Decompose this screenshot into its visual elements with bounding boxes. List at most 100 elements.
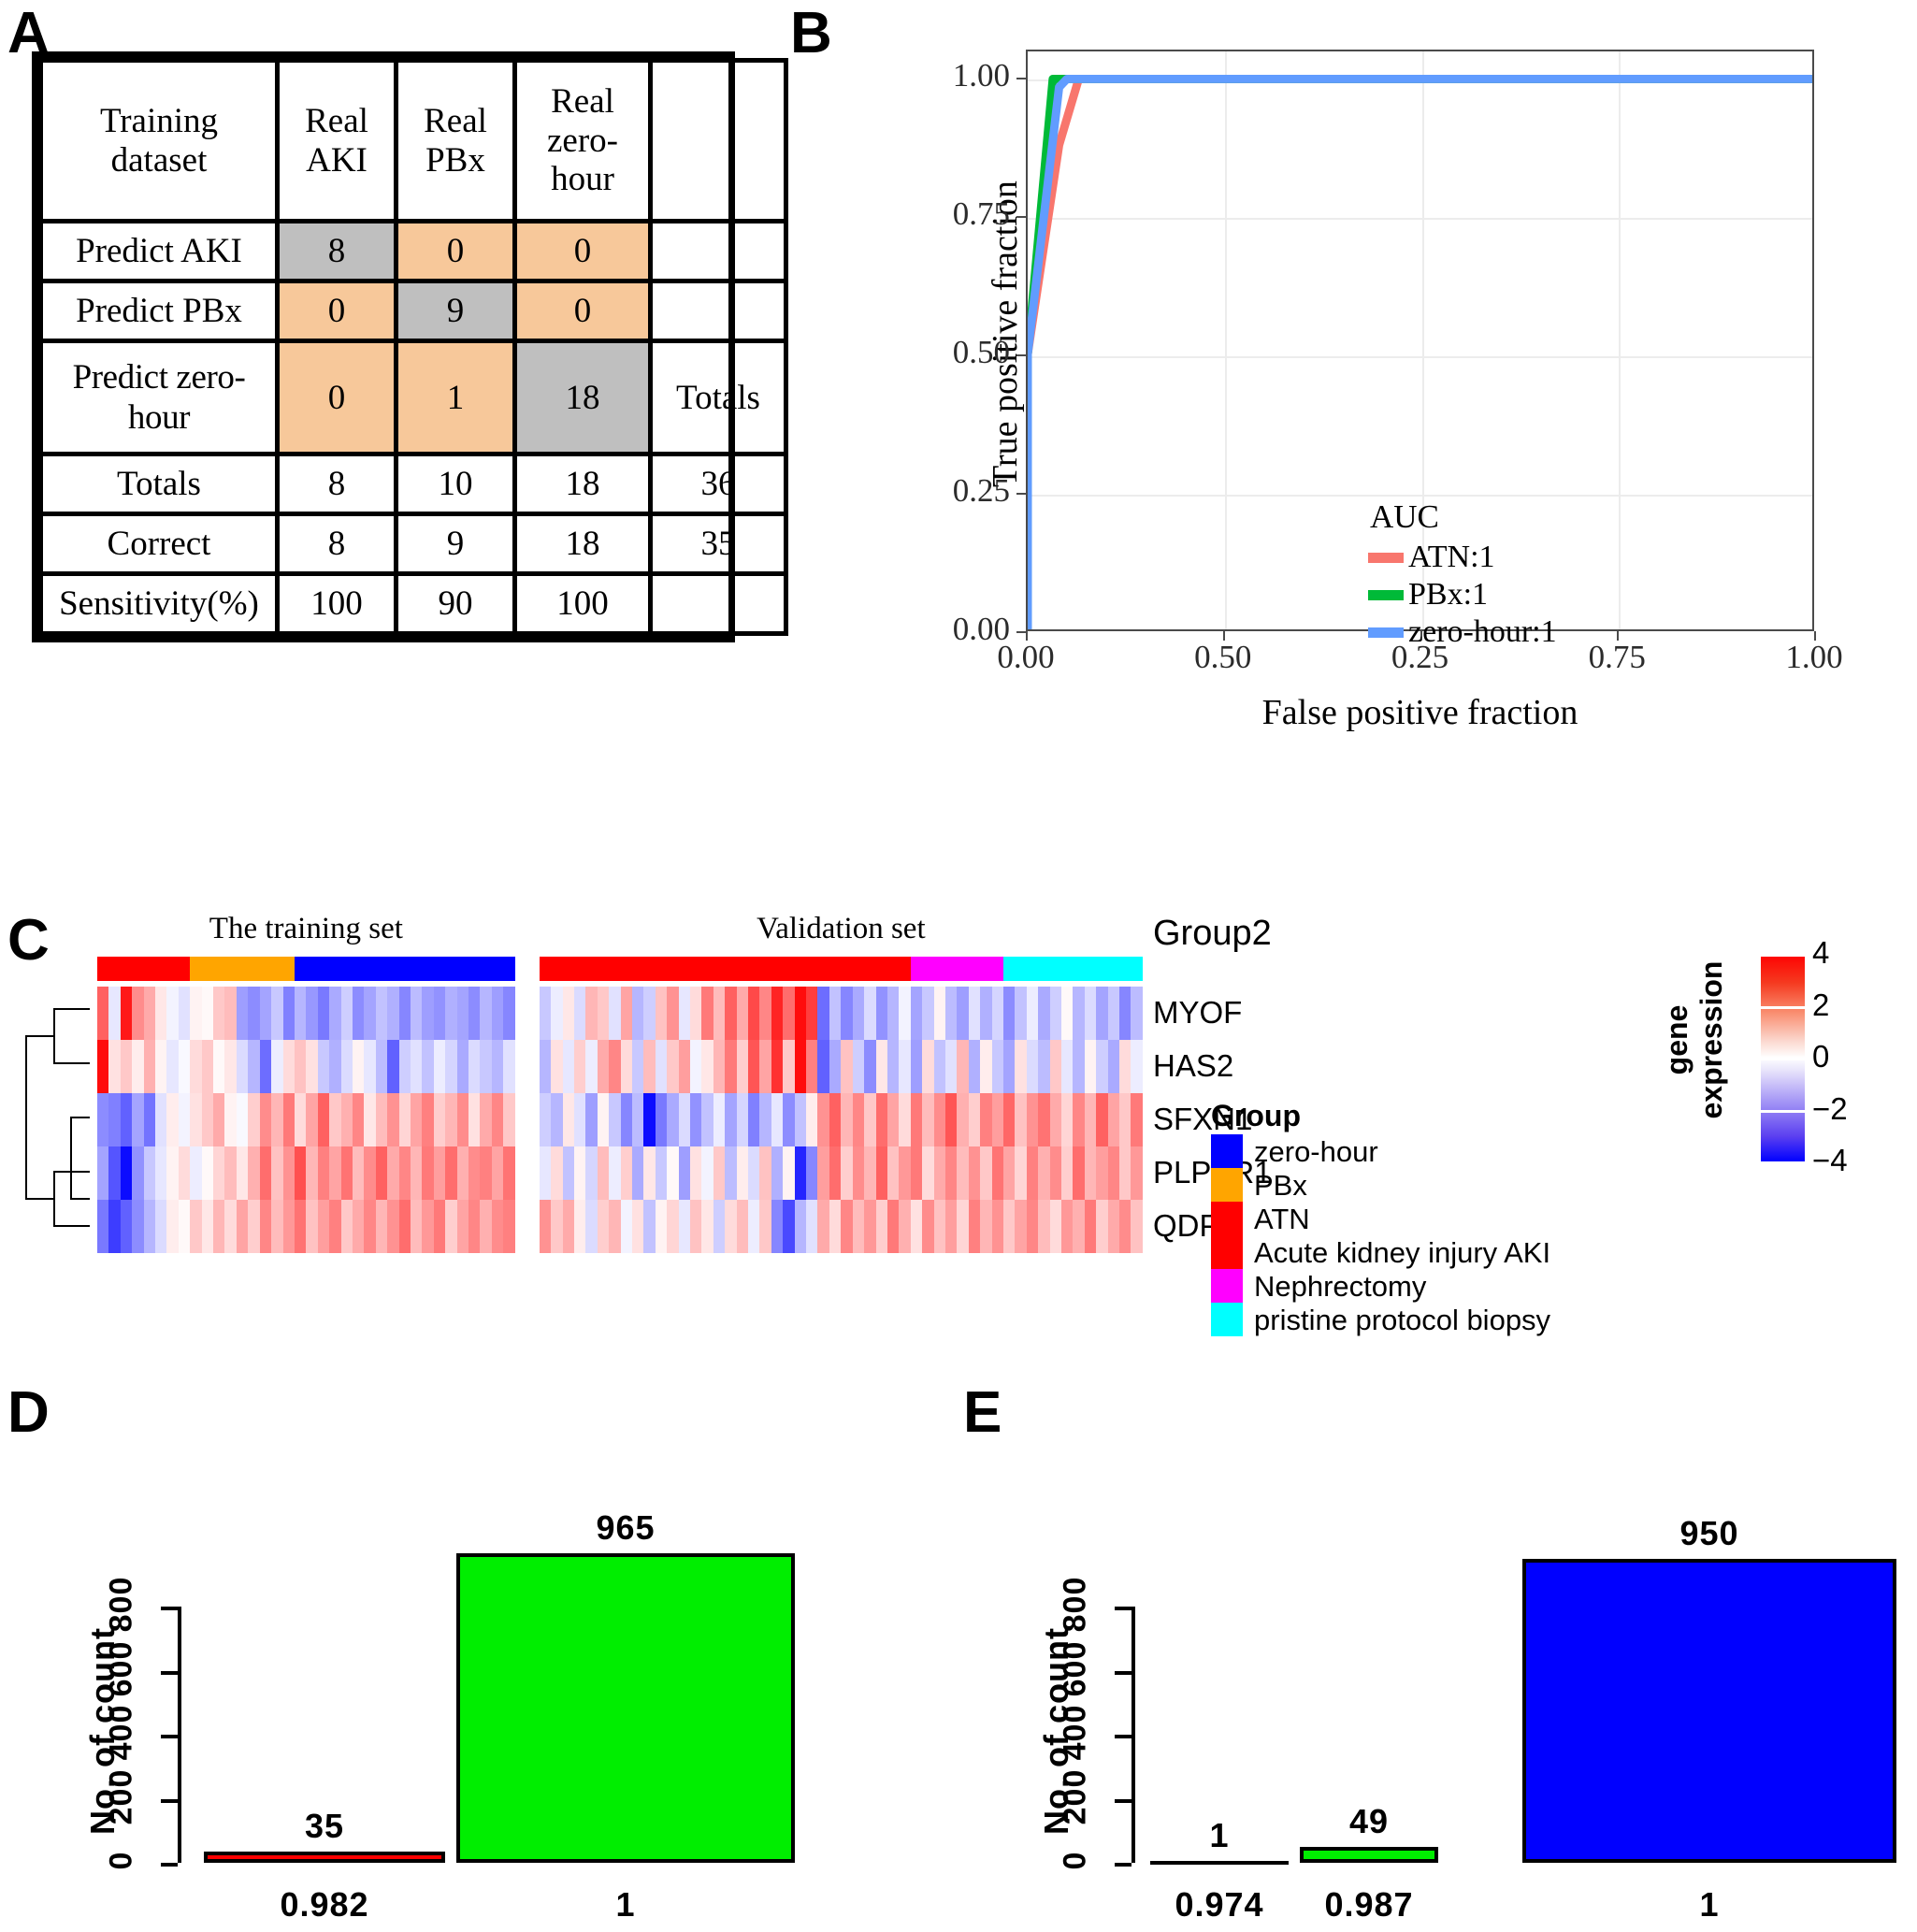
- heatmap-cell: [551, 1200, 563, 1253]
- table-cell: 100: [512, 571, 653, 636]
- heatmap-column: [886, 987, 900, 1253]
- heatmap-cell: [1107, 1146, 1120, 1200]
- heatmap-cell: [944, 987, 958, 1040]
- heatmap-column: [573, 987, 586, 1253]
- table-header-cell: Real PBx: [394, 57, 517, 224]
- heatmap-cell: [701, 1146, 713, 1200]
- heatmap-cell: [248, 987, 260, 1040]
- group-legend-label: Acute kidney injury AKI: [1254, 1235, 1551, 1269]
- heatmap-column: [1026, 987, 1039, 1253]
- annotation-bar: [294, 957, 515, 981]
- group-legend-title: Group: [1211, 1099, 1301, 1132]
- bar-y-tick-label: 0: [103, 1851, 139, 1870]
- heatmap-cell: [910, 1146, 923, 1200]
- heatmap-cell: [248, 1146, 260, 1200]
- heatmap-cell: [201, 1200, 214, 1253]
- heatmap-cell: [1061, 987, 1074, 1040]
- heatmap-cell: [1096, 1200, 1108, 1253]
- heatmap-column: [968, 987, 981, 1253]
- roc-legend-swatch: [1368, 552, 1404, 563]
- heatmap-cell: [841, 1200, 853, 1253]
- heatmap-column: [120, 987, 133, 1253]
- table-row: Predict AKI 8 0 0: [38, 219, 788, 284]
- heatmap-cell: [771, 987, 784, 1040]
- heatmap-cell: [271, 987, 283, 1040]
- heatmap-cell: [340, 1200, 353, 1253]
- heatmap-cell: [933, 1040, 945, 1093]
- heatmap-cell: [1119, 1146, 1131, 1200]
- heatmap-column: [551, 987, 563, 1253]
- heatmap-cell: [340, 1146, 353, 1200]
- heatmap-cell: [609, 1200, 621, 1253]
- heatmap-cell: [1096, 1093, 1108, 1146]
- heatmap-column: [433, 987, 446, 1253]
- heatmap-cell: [398, 1093, 411, 1146]
- group-legend-item: PBx: [1211, 1168, 1550, 1202]
- heatmap-cell: [491, 1146, 504, 1200]
- heatmap-cell: [573, 987, 586, 1040]
- heatmap-column: [899, 987, 911, 1253]
- heatmap-cell: [957, 1040, 969, 1093]
- roc-x-tick-mark: [1617, 631, 1620, 641]
- heatmap-cell: [480, 987, 492, 1040]
- heatmap-cell: [725, 1200, 737, 1253]
- heatmap-cell: [852, 1093, 865, 1146]
- heatmap-cell: [1073, 1093, 1085, 1146]
- heatmap-column: [1073, 987, 1085, 1253]
- colorbar: gene expression 4 2 0 −2 −4: [1608, 935, 1848, 1183]
- heatmap-cell: [899, 987, 911, 1040]
- bar-chart-panel-d: No. of count 0 200 400 600 800 35 0.982 965 1: [0, 1375, 954, 1932]
- heatmap-column: [259, 987, 272, 1253]
- heatmap-cell: [585, 1040, 598, 1093]
- heatmap-panel: The training set Validation set Group2 MY…: [0, 902, 1917, 1361]
- heatmap-cell: [864, 1146, 876, 1200]
- heatmap-cell: [236, 1093, 249, 1146]
- heatmap-cell: [1107, 1200, 1120, 1253]
- heatmap-cell: [306, 987, 318, 1040]
- heatmap-cell: [944, 1093, 958, 1146]
- heatmap-column: [667, 987, 679, 1253]
- heatmap-cell: [573, 1093, 586, 1146]
- heatmap-cell: [340, 1093, 353, 1146]
- heatmap-cell: [725, 1093, 737, 1146]
- heatmap-cell: [794, 1146, 807, 1200]
- heatmap-cell: [968, 987, 981, 1040]
- heatmap-cell: [748, 1093, 760, 1146]
- heatmap-column: [922, 987, 934, 1253]
- heatmap-cell: [678, 1093, 690, 1146]
- heatmap-cell: [771, 1040, 784, 1093]
- heatmap-cell: [491, 987, 504, 1040]
- heatmap-cell: [1002, 1040, 1016, 1093]
- heatmap-cell: [841, 987, 853, 1040]
- heatmap-cell: [108, 1040, 121, 1093]
- heatmap-cell: [317, 1146, 330, 1200]
- heatmap-cell: [620, 987, 632, 1040]
- roc-x-tick-label: 1.00: [1785, 639, 1843, 675]
- heatmap-cell: [759, 1200, 771, 1253]
- heatmap-column: [445, 987, 457, 1253]
- heatmap-column: [991, 987, 1003, 1253]
- heatmap-cell: [445, 987, 457, 1040]
- heatmap-cell: [364, 987, 376, 1040]
- heatmap-cell: [736, 1200, 749, 1253]
- heatmap-cell: [224, 987, 237, 1040]
- heatmap-cell: [875, 1146, 887, 1200]
- heatmap-cell: [585, 987, 598, 1040]
- heatmap-cell: [631, 1146, 644, 1200]
- bar-x-tick-label: 1: [1699, 1885, 1720, 1924]
- heatmap-cell: [701, 1093, 713, 1146]
- heatmap-cell: [875, 1093, 887, 1146]
- roc-x-tick-label: 0.75: [1588, 639, 1646, 675]
- heatmap-cell: [899, 1200, 911, 1253]
- heatmap-column: [422, 987, 434, 1253]
- roc-legend-label: PBx:1: [1408, 577, 1489, 612]
- heatmap-cell: [387, 1200, 399, 1253]
- heatmap-cell: [562, 1093, 574, 1146]
- bar: [204, 1852, 445, 1863]
- heatmap-cell: [236, 1040, 249, 1093]
- roc-y-tick-mark: [1016, 215, 1026, 218]
- heatmap-column: [609, 987, 621, 1253]
- heatmap-cell: [375, 1040, 388, 1093]
- heatmap-cell: [922, 1093, 934, 1146]
- heatmap-cell: [886, 1093, 900, 1146]
